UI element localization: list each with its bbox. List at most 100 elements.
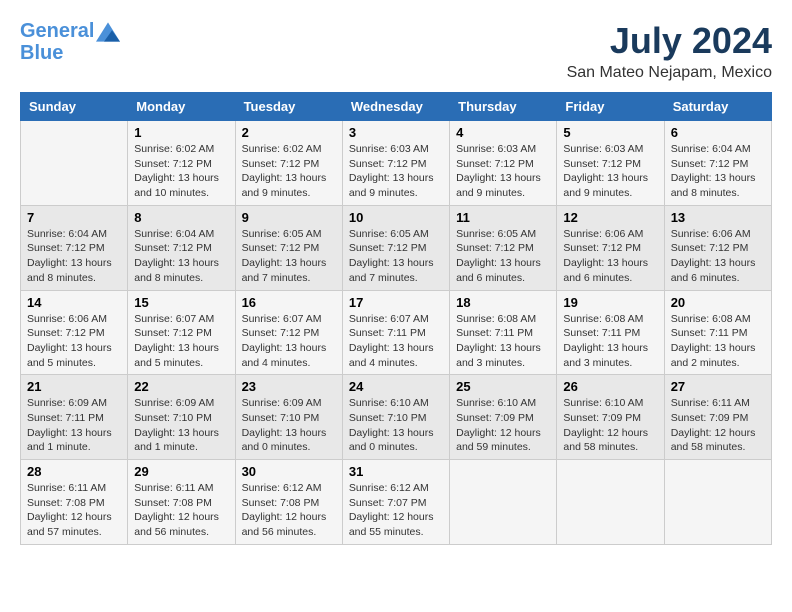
calendar-week-4: 21Sunrise: 6:09 AMSunset: 7:11 PMDayligh… — [21, 375, 772, 460]
day-number: 31 — [349, 464, 443, 479]
day-number: 13 — [671, 210, 765, 225]
day-info: Sunrise: 6:03 AMSunset: 7:12 PMDaylight:… — [563, 142, 657, 201]
day-info: Sunrise: 6:11 AMSunset: 7:08 PMDaylight:… — [134, 481, 228, 540]
calendar-cell: 10 Sunrise: 6:05 AMSunset: 7:12 PMDayligh… — [342, 205, 449, 290]
day-number: 4 — [456, 125, 550, 140]
day-info: Sunrise: 6:10 AMSunset: 7:10 PMDaylight:… — [349, 396, 443, 455]
day-number: 22 — [134, 379, 228, 394]
day-header-friday: Friday — [557, 93, 664, 121]
calendar-cell: 24 Sunrise: 6:10 AMSunset: 7:10 PMDayligh… — [342, 375, 449, 460]
calendar-cell: 15 Sunrise: 6:07 AMSunset: 7:12 PMDayligh… — [128, 290, 235, 375]
day-number: 15 — [134, 295, 228, 310]
calendar-cell: 14Sunrise: 6:06 AMSunset: 7:12 PMDayligh… — [21, 290, 128, 375]
day-info: Sunrise: 6:10 AMSunset: 7:09 PMDaylight:… — [563, 396, 657, 455]
calendar-cell: 6Sunrise: 6:04 AMSunset: 7:12 PMDaylight… — [664, 121, 771, 206]
day-info: Sunrise: 6:03 AMSunset: 7:12 PMDaylight:… — [349, 142, 443, 201]
day-info: Sunrise: 6:12 AMSunset: 7:07 PMDaylight:… — [349, 481, 443, 540]
calendar-cell: 4 Sunrise: 6:03 AMSunset: 7:12 PMDaylight… — [450, 121, 557, 206]
day-info: Sunrise: 6:08 AMSunset: 7:11 PMDaylight:… — [563, 312, 657, 371]
calendar-cell: 13 Sunrise: 6:06 AMSunset: 7:12 PMDayligh… — [664, 205, 771, 290]
day-info: Sunrise: 6:07 AMSunset: 7:11 PMDaylight:… — [349, 312, 443, 371]
day-info: Sunrise: 6:04 AMSunset: 7:12 PMDaylight:… — [134, 227, 228, 286]
day-number: 9 — [242, 210, 336, 225]
day-info: Sunrise: 6:03 AMSunset: 7:12 PMDaylight:… — [456, 142, 550, 201]
calendar-cell: 1 Sunrise: 6:02 AMSunset: 7:12 PMDaylight… — [128, 121, 235, 206]
day-info: Sunrise: 6:12 AMSunset: 7:08 PMDaylight:… — [242, 481, 336, 540]
day-number: 2 — [242, 125, 336, 140]
calendar-cell — [450, 460, 557, 545]
calendar-cell: 16Sunrise: 6:07 AMSunset: 7:12 PMDayligh… — [235, 290, 342, 375]
day-number: 29 — [134, 464, 228, 479]
calendar-cell: 8 Sunrise: 6:04 AMSunset: 7:12 PMDaylight… — [128, 205, 235, 290]
logo-text: GeneralBlue — [20, 20, 120, 64]
day-number: 3 — [349, 125, 443, 140]
day-info: Sunrise: 6:07 AMSunset: 7:12 PMDaylight:… — [134, 312, 228, 371]
day-number: 1 — [134, 125, 228, 140]
day-info: Sunrise: 6:07 AMSunset: 7:12 PMDaylight:… — [242, 312, 336, 371]
day-info: Sunrise: 6:11 AMSunset: 7:09 PMDaylight:… — [671, 396, 765, 455]
calendar-body: 1 Sunrise: 6:02 AMSunset: 7:12 PMDaylight… — [21, 121, 772, 545]
day-info: Sunrise: 6:05 AMSunset: 7:12 PMDaylight:… — [349, 227, 443, 286]
day-number: 30 — [242, 464, 336, 479]
day-number: 19 — [563, 295, 657, 310]
calendar-cell — [21, 121, 128, 206]
day-number: 17 — [349, 295, 443, 310]
day-info: Sunrise: 6:08 AMSunset: 7:11 PMDaylight:… — [671, 312, 765, 371]
calendar-week-1: 1 Sunrise: 6:02 AMSunset: 7:12 PMDaylight… — [21, 121, 772, 206]
calendar-cell: 2 Sunrise: 6:02 AMSunset: 7:12 PMDaylight… — [235, 121, 342, 206]
day-info: Sunrise: 6:11 AMSunset: 7:08 PMDaylight:… — [27, 481, 121, 540]
day-header-tuesday: Tuesday — [235, 93, 342, 121]
calendar-week-5: 28 Sunrise: 6:11 AMSunset: 7:08 PMDayligh… — [21, 460, 772, 545]
calendar-cell: 26Sunrise: 6:10 AMSunset: 7:09 PMDayligh… — [557, 375, 664, 460]
day-number: 25 — [456, 379, 550, 394]
calendar-cell: 17 Sunrise: 6:07 AMSunset: 7:11 PMDayligh… — [342, 290, 449, 375]
page-header: GeneralBlue July 2024 San Mateo Nejapam,… — [20, 20, 772, 82]
day-header-thursday: Thursday — [450, 93, 557, 121]
calendar-cell: 25 Sunrise: 6:10 AMSunset: 7:09 PMDayligh… — [450, 375, 557, 460]
calendar-week-3: 14Sunrise: 6:06 AMSunset: 7:12 PMDayligh… — [21, 290, 772, 375]
calendar-cell: 28 Sunrise: 6:11 AMSunset: 7:08 PMDayligh… — [21, 460, 128, 545]
day-number: 6 — [671, 125, 765, 140]
calendar-cell: 18Sunrise: 6:08 AMSunset: 7:11 PMDayligh… — [450, 290, 557, 375]
calendar-cell: 9 Sunrise: 6:05 AMSunset: 7:12 PMDaylight… — [235, 205, 342, 290]
logo: GeneralBlue — [20, 20, 120, 64]
day-number: 18 — [456, 295, 550, 310]
title-block: July 2024 San Mateo Nejapam, Mexico — [567, 20, 772, 82]
day-info: Sunrise: 6:06 AMSunset: 7:12 PMDaylight:… — [671, 227, 765, 286]
day-number: 11 — [456, 210, 550, 225]
day-info: Sunrise: 6:06 AMSunset: 7:12 PMDaylight:… — [27, 312, 121, 371]
day-info: Sunrise: 6:06 AMSunset: 7:12 PMDaylight:… — [563, 227, 657, 286]
day-header-sunday: Sunday — [21, 93, 128, 121]
day-number: 12 — [563, 210, 657, 225]
day-info: Sunrise: 6:09 AMSunset: 7:10 PMDaylight:… — [134, 396, 228, 455]
day-info: Sunrise: 6:02 AMSunset: 7:12 PMDaylight:… — [242, 142, 336, 201]
calendar-cell: 31 Sunrise: 6:12 AMSunset: 7:07 PMDayligh… — [342, 460, 449, 545]
day-info: Sunrise: 6:10 AMSunset: 7:09 PMDaylight:… — [456, 396, 550, 455]
calendar-cell: 27 Sunrise: 6:11 AMSunset: 7:09 PMDayligh… — [664, 375, 771, 460]
month-title: July 2024 — [567, 20, 772, 62]
day-number: 28 — [27, 464, 121, 479]
calendar-week-2: 7 Sunrise: 6:04 AMSunset: 7:12 PMDaylight… — [21, 205, 772, 290]
calendar-cell: 23Sunrise: 6:09 AMSunset: 7:10 PMDayligh… — [235, 375, 342, 460]
calendar-table: SundayMondayTuesdayWednesdayThursdayFrid… — [20, 92, 772, 545]
day-header-wednesday: Wednesday — [342, 93, 449, 121]
calendar-cell — [557, 460, 664, 545]
day-number: 8 — [134, 210, 228, 225]
calendar-cell: 5 Sunrise: 6:03 AMSunset: 7:12 PMDaylight… — [557, 121, 664, 206]
day-info: Sunrise: 6:04 AMSunset: 7:12 PMDaylight:… — [27, 227, 121, 286]
calendar-cell: 29 Sunrise: 6:11 AMSunset: 7:08 PMDayligh… — [128, 460, 235, 545]
day-info: Sunrise: 6:02 AMSunset: 7:12 PMDaylight:… — [134, 142, 228, 201]
day-number: 24 — [349, 379, 443, 394]
day-number: 5 — [563, 125, 657, 140]
calendar-cell: 3 Sunrise: 6:03 AMSunset: 7:12 PMDaylight… — [342, 121, 449, 206]
calendar-cell: 7 Sunrise: 6:04 AMSunset: 7:12 PMDaylight… — [21, 205, 128, 290]
calendar-cell: 22 Sunrise: 6:09 AMSunset: 7:10 PMDayligh… — [128, 375, 235, 460]
calendar-cell: 12 Sunrise: 6:06 AMSunset: 7:12 PMDayligh… — [557, 205, 664, 290]
calendar-cell — [664, 460, 771, 545]
calendar-cell: 30 Sunrise: 6:12 AMSunset: 7:08 PMDayligh… — [235, 460, 342, 545]
calendar-header-row: SundayMondayTuesdayWednesdayThursdayFrid… — [21, 93, 772, 121]
day-info: Sunrise: 6:05 AMSunset: 7:12 PMDaylight:… — [242, 227, 336, 286]
day-number: 7 — [27, 210, 121, 225]
day-number: 10 — [349, 210, 443, 225]
day-number: 27 — [671, 379, 765, 394]
